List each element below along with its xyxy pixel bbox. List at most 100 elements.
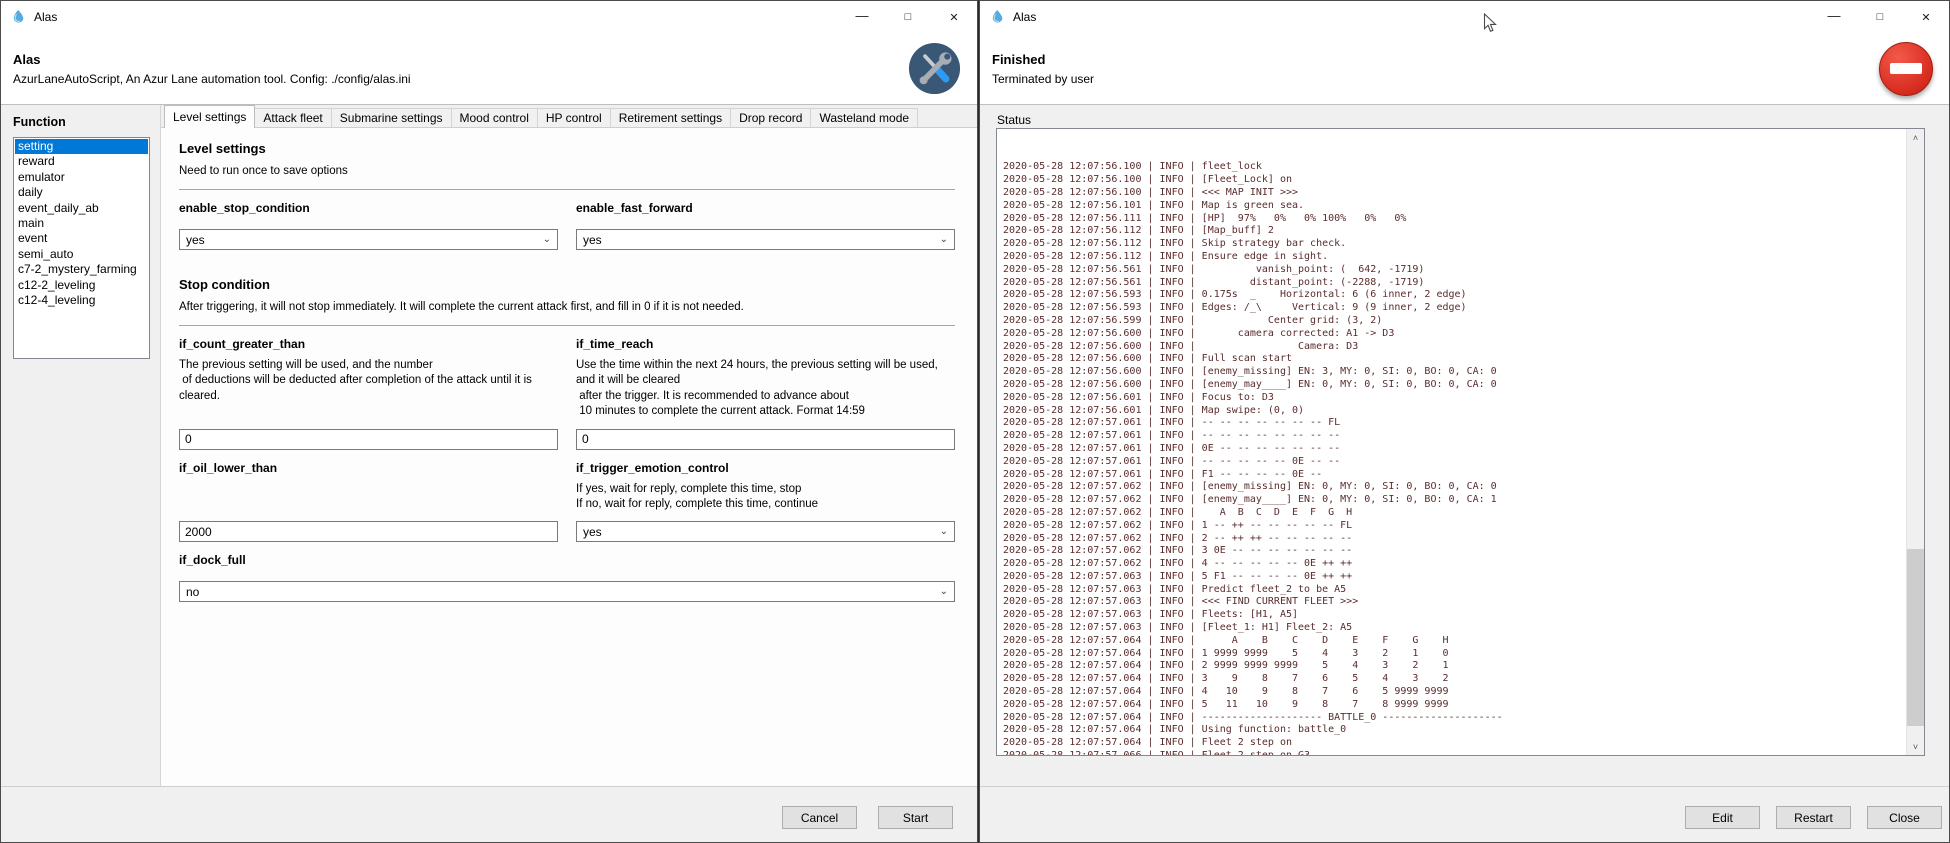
- log-line: 2020-05-28 12:07:56.112 | INFO | Ensure …: [1003, 251, 1904, 264]
- titlebar[interactable]: Alas — □ ✕: [980, 1, 1949, 33]
- log-line: 2020-05-28 12:07:56.600 | INFO | [enemy_…: [1003, 366, 1904, 379]
- status-footer: Edit Restart Close: [980, 786, 1949, 842]
- alas-logo-icon: [989, 9, 1005, 25]
- field-help: The previous setting will be used, and t…: [179, 358, 558, 404]
- log-line: 2020-05-28 12:07:57.064 | INFO | 5 11 10…: [1003, 699, 1904, 712]
- log-line: 2020-05-28 12:07:57.066 | INFO | Fleet_2…: [1003, 750, 1904, 756]
- field-row: enable_stop_condition yes ⌄ enable_fast_…: [179, 190, 955, 250]
- log-line: 2020-05-28 12:07:57.062 | INFO | [enemy_…: [1003, 494, 1904, 507]
- tab[interactable]: HP control: [537, 108, 611, 127]
- config-header: Alas AzurLaneAutoScript, An Azur Lane au…: [1, 33, 977, 105]
- scroll-up-icon[interactable]: ˄: [1907, 129, 1924, 146]
- window-controls: — □ ✕: [1811, 1, 1949, 33]
- selected-value: yes: [186, 233, 205, 247]
- log-output[interactable]: 2020-05-28 12:07:56.100 | INFO | fleet_l…: [996, 128, 1925, 756]
- log-line: 2020-05-28 12:07:56.599 | INFO | Center …: [1003, 315, 1904, 328]
- section-title-stop-condition: Stop condition: [179, 277, 955, 292]
- start-button[interactable]: Start: [878, 806, 953, 829]
- tab[interactable]: Drop record: [730, 108, 811, 127]
- list-item[interactable]: c12-2_leveling: [15, 278, 148, 293]
- close-button[interactable]: ✕: [931, 1, 977, 33]
- scrollbar-thumb[interactable]: [1907, 549, 1924, 727]
- field-help: If yes, wait for reply, complete this ti…: [576, 482, 955, 513]
- field-label-if-time-reach: if_time_reach: [576, 337, 955, 351]
- log-line: 2020-05-28 12:07:56.100 | INFO | [Fleet_…: [1003, 174, 1904, 187]
- status-label: Status: [997, 113, 1031, 127]
- log-line: 2020-05-28 12:07:56.100 | INFO | <<< MAP…: [1003, 187, 1904, 200]
- maximize-button[interactable]: □: [1857, 1, 1903, 33]
- section-title-level-settings: Level settings: [179, 141, 955, 156]
- cancel-button[interactable]: Cancel: [782, 806, 857, 829]
- if-dock-full-select[interactable]: no ⌄: [179, 581, 955, 602]
- list-item[interactable]: semi_auto: [15, 247, 148, 262]
- field-row: if_count_greater_than The previous setti…: [179, 326, 955, 450]
- tab[interactable]: Retirement settings: [610, 108, 731, 127]
- log-line: 2020-05-28 12:07:57.061 | INFO | -- -- -…: [1003, 417, 1904, 430]
- tab[interactable]: Submarine settings: [331, 108, 452, 127]
- minimize-button[interactable]: —: [1811, 1, 1857, 33]
- log-line: 2020-05-28 12:07:57.063 | INFO | Predict…: [1003, 584, 1904, 597]
- log-line: 2020-05-28 12:07:56.100 | INFO | fleet_l…: [1003, 161, 1904, 174]
- log-line: 2020-05-28 12:07:57.063 | INFO | 5 F1 --…: [1003, 571, 1904, 584]
- close-button[interactable]: ✕: [1903, 1, 1949, 33]
- field-label-if-oil-lower-than: if_oil_lower_than: [179, 461, 558, 475]
- config-footer: Cancel Start: [1, 786, 977, 842]
- restart-button[interactable]: Restart: [1776, 806, 1851, 829]
- minimize-button[interactable]: —: [839, 1, 885, 33]
- log-line: 2020-05-28 12:07:57.063 | INFO | [Fleet_…: [1003, 622, 1904, 635]
- log-line: 2020-05-28 12:07:56.601 | INFO | Focus t…: [1003, 392, 1904, 405]
- list-item[interactable]: emulator: [15, 170, 148, 185]
- app-subtitle: AzurLaneAutoScript, An Azur Lane automat…: [13, 72, 411, 86]
- scroll-down-icon[interactable]: ˅: [1907, 738, 1924, 755]
- log-line: 2020-05-28 12:07:56.112 | INFO | Skip st…: [1003, 238, 1904, 251]
- log-line: 2020-05-28 12:07:57.061 | INFO | 0E -- -…: [1003, 443, 1904, 456]
- list-item[interactable]: daily: [15, 185, 148, 200]
- titlebar[interactable]: Alas — □ ✕: [1, 1, 977, 33]
- tab[interactable]: Mood control: [451, 108, 538, 127]
- list-item[interactable]: setting: [15, 139, 148, 154]
- close-icon: ✕: [949, 11, 958, 24]
- log-line: 2020-05-28 12:07:56.600 | INFO | Camera:…: [1003, 341, 1904, 354]
- minimize-icon: —: [1828, 8, 1841, 23]
- list-item[interactable]: event_daily_ab: [15, 201, 148, 216]
- log-line: 2020-05-28 12:07:56.111 | INFO | [HP] 97…: [1003, 213, 1904, 226]
- app-title: Alas: [13, 52, 411, 67]
- log-line: 2020-05-28 12:07:57.062 | INFO | 1 -- ++…: [1003, 520, 1904, 533]
- maximize-icon: □: [905, 11, 912, 23]
- list-item[interactable]: event: [15, 231, 148, 246]
- log-line: 2020-05-28 12:07:57.064 | INFO | -------…: [1003, 712, 1904, 725]
- log-line: 2020-05-28 12:07:57.063 | INFO | <<< FIN…: [1003, 596, 1904, 609]
- if-trigger-emotion-control-select[interactable]: yes ⌄: [576, 521, 955, 542]
- list-item[interactable]: reward: [15, 154, 148, 169]
- log-lines: 2020-05-28 12:07:56.100 | INFO | fleet_l…: [1003, 128, 1904, 756]
- list-item[interactable]: c12-4_leveling: [15, 293, 148, 308]
- log-scrollbar[interactable]: ˄ ˅: [1906, 129, 1924, 755]
- if-count-greater-than-input[interactable]: [179, 429, 558, 450]
- status-main: Status 2020-05-28 12:07:56.100 | INFO | …: [980, 105, 1949, 786]
- window-title: Alas: [1013, 10, 1036, 24]
- section-subtitle-level-settings: Need to run once to save options: [179, 165, 955, 177]
- if-time-reach-input[interactable]: [576, 429, 955, 450]
- chevron-down-icon: ⌄: [543, 235, 551, 245]
- enable-stop-condition-select[interactable]: yes ⌄: [179, 229, 558, 250]
- list-item[interactable]: c7-2_mystery_farming: [15, 262, 148, 277]
- log-line: 2020-05-28 12:07:56.600 | INFO | Full sc…: [1003, 353, 1904, 366]
- close-action-button[interactable]: Close: [1867, 806, 1942, 829]
- tab[interactable]: Attack fleet: [254, 108, 331, 127]
- if-oil-lower-than-input[interactable]: [179, 521, 558, 542]
- run-state-subtitle: Terminated by user: [992, 72, 1094, 86]
- tab[interactable]: Level settings: [164, 105, 255, 128]
- field-label-if-trigger-emotion-control: if_trigger_emotion_control: [576, 461, 955, 475]
- edit-button[interactable]: Edit: [1685, 806, 1760, 829]
- list-item[interactable]: main: [15, 216, 148, 231]
- tab-panel-level-settings: Level settings Need to run once to save …: [161, 128, 977, 786]
- enable-fast-forward-select[interactable]: yes ⌄: [576, 229, 955, 250]
- maximize-button[interactable]: □: [885, 1, 931, 33]
- section-subtitle-stop-condition: After triggering, it will not stop immed…: [179, 301, 955, 313]
- tab[interactable]: Wasteland mode: [810, 108, 918, 127]
- mouse-cursor: [1483, 13, 1498, 34]
- scrollbar-track[interactable]: [1907, 146, 1924, 738]
- field-label-enable-stop-condition: enable_stop_condition: [179, 201, 558, 215]
- log-line: 2020-05-28 12:07:56.593 | INFO | 0.175s …: [1003, 289, 1904, 302]
- log-line: 2020-05-28 12:07:57.062 | INFO | A B C D…: [1003, 507, 1904, 520]
